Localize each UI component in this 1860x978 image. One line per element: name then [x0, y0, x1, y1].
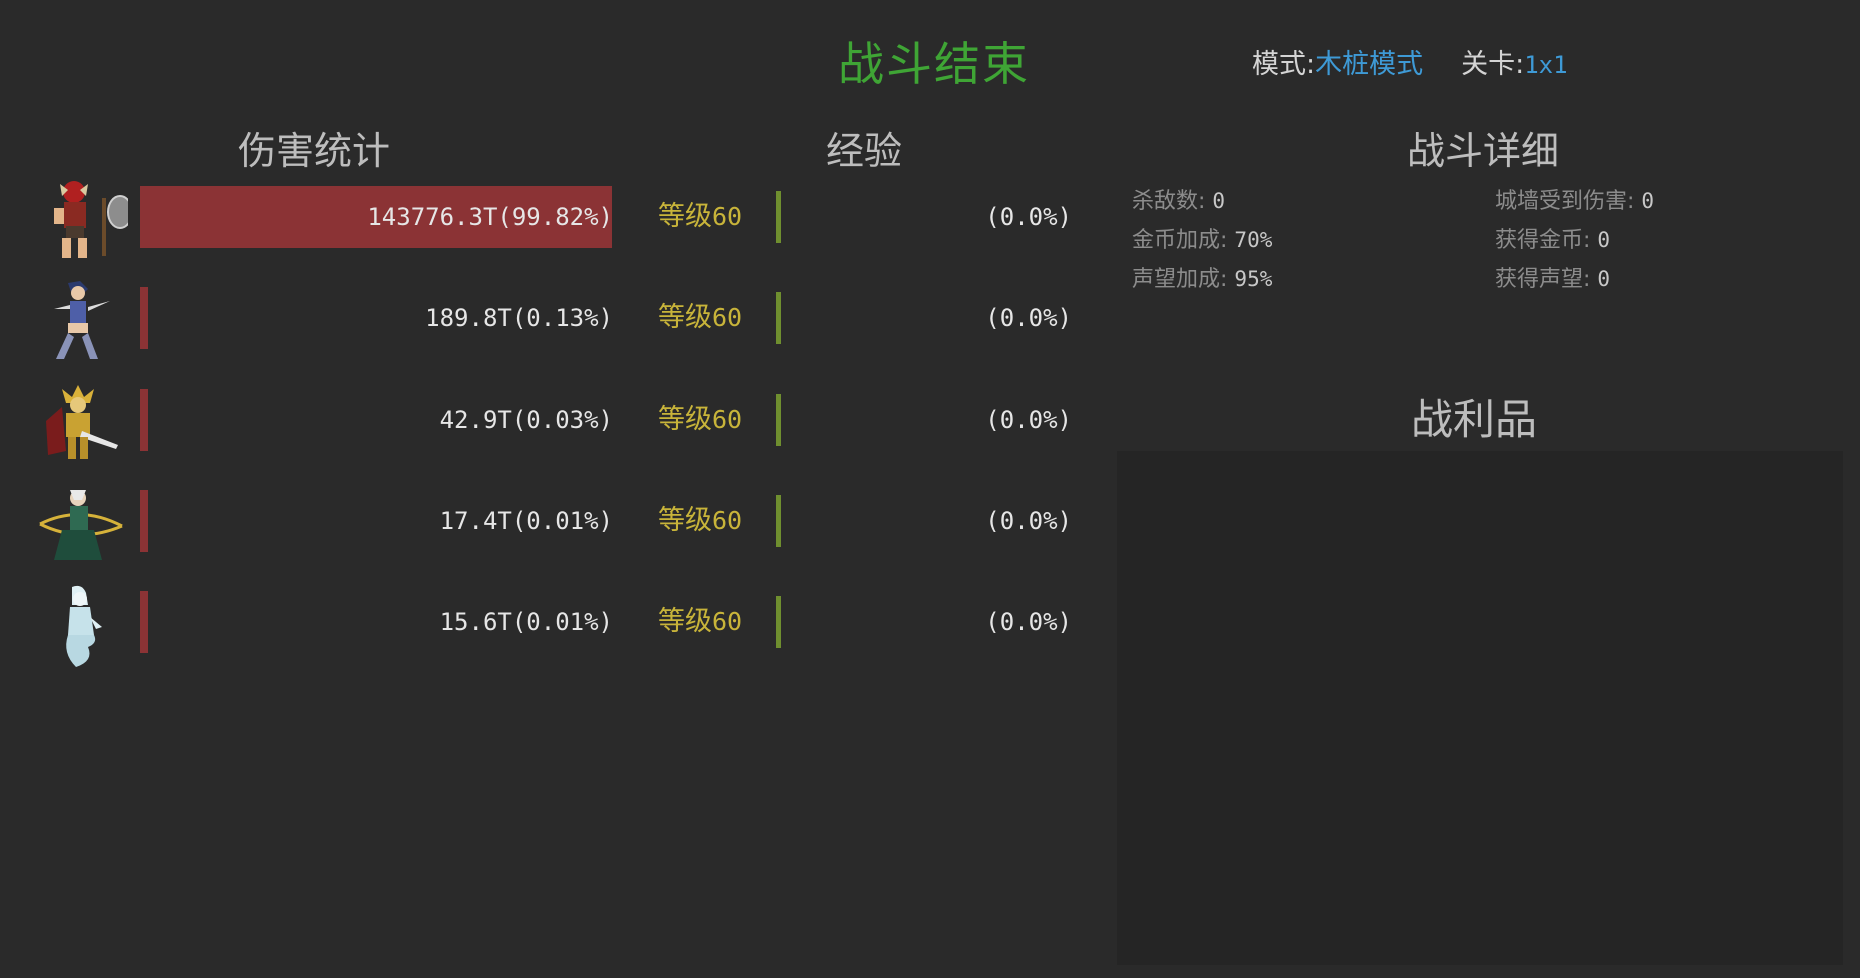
level-label: 等级 [658, 201, 712, 232]
hero-row: 42.9T(0.03%) 等级60 (0.0%) [0, 381, 1100, 471]
damage-bar: 42.9T(0.03%) [140, 389, 613, 451]
damage-value: 15.6T(0.01%) [439, 608, 613, 636]
level-number: 60 [712, 506, 743, 535]
level-number: 60 [712, 405, 743, 434]
loot-heading: 战利品 [1411, 395, 1538, 444]
damage-bar: 17.4T(0.01%) [140, 490, 613, 552]
exp-heading: 经验 [826, 129, 903, 173]
hero-row: 17.4T(0.01%) 等级60 (0.0%) [0, 482, 1100, 572]
exp-percent: (0.0%) [985, 608, 1072, 636]
hero-row: 15.6T(0.01%) 等级60 (0.0%) [0, 583, 1100, 673]
dual-blade-heroine-portrait-icon[interactable] [32, 279, 128, 365]
level-label: 等级 [658, 606, 712, 637]
damage-bar-fill [140, 287, 148, 349]
hero-level: 等级60 [658, 591, 742, 653]
damage-bar-fill [140, 591, 148, 653]
stage-label: 关卡: [1461, 49, 1525, 80]
hero-row: 189.8T(0.13%) 等级60 (0.0%) [0, 279, 1100, 369]
damage-bar-fill [140, 490, 148, 552]
hero-level: 等级60 [658, 287, 742, 349]
exp-percent: (0.0%) [985, 304, 1072, 332]
hero-level: 等级60 [658, 490, 742, 552]
level-label: 等级 [658, 302, 712, 333]
stage-value: 1x1 [1524, 51, 1568, 79]
battle-details-heading: 战斗详细 [1407, 129, 1560, 173]
wall-damage-stat: 城墙受到伤害: 0 [1495, 189, 1655, 214]
exp-bar [776, 495, 781, 547]
fame-bonus-stat: 声望加成: 95% [1132, 267, 1273, 292]
damage-stats-heading: 伤害统计 [238, 129, 391, 173]
damage-value: 189.8T(0.13%) [425, 304, 613, 332]
exp-percent: (0.0%) [985, 507, 1072, 535]
kills-stat: 杀敌数: 0 [1132, 189, 1226, 214]
hero-level: 等级60 [658, 186, 742, 248]
exp-bar [776, 292, 781, 344]
exp-percent: (0.0%) [985, 203, 1072, 231]
exp-bar [776, 394, 781, 446]
level-label: 等级 [658, 404, 712, 435]
axe-warrior-portrait-icon[interactable] [32, 178, 133, 264]
damage-value: 17.4T(0.01%) [439, 507, 613, 535]
ice-spirit-portrait-icon[interactable] [32, 583, 128, 669]
exp-bar [776, 596, 781, 648]
exp-bar [776, 191, 781, 243]
fame-gained-stat: 获得声望: 0 [1495, 267, 1611, 292]
gold-gained-stat: 获得金币: 0 [1495, 228, 1611, 253]
level-number: 60 [712, 303, 743, 332]
damage-bar: 15.6T(0.01%) [140, 591, 613, 653]
gold-bonus-stat: 金币加成: 70% [1132, 228, 1273, 253]
level-number: 60 [712, 202, 743, 231]
mode-stage-bar: 模式:木桩模式 关卡:1x1 [1252, 42, 1568, 81]
damage-bar-fill [140, 389, 148, 451]
damage-bar: 143776.3T(99.82%) [140, 186, 613, 248]
exp-percent: (0.0%) [985, 406, 1072, 434]
damage-bar: 189.8T(0.13%) [140, 287, 613, 349]
level-number: 60 [712, 607, 743, 636]
mode-value: 木桩模式 [1315, 49, 1424, 80]
hero-level: 等级60 [658, 389, 742, 451]
damage-value: 42.9T(0.03%) [439, 406, 613, 434]
loot-panel [1117, 451, 1843, 965]
battle-end-title: 战斗结束 [838, 37, 1030, 91]
hero-row: 143776.3T(99.82%) 等级60 (0.0%) [0, 178, 1100, 268]
damage-value: 143776.3T(99.82%) [367, 203, 613, 231]
mode-label: 模式: [1252, 49, 1316, 80]
level-label: 等级 [658, 505, 712, 536]
battle-result-screen: 战斗结束 模式:木桩模式 关卡:1x1 伤害统计 经验 战斗详细 143776.3… [0, 0, 1860, 978]
elf-archer-portrait-icon[interactable] [32, 482, 128, 568]
golden-knight-portrait-icon[interactable] [32, 381, 128, 467]
